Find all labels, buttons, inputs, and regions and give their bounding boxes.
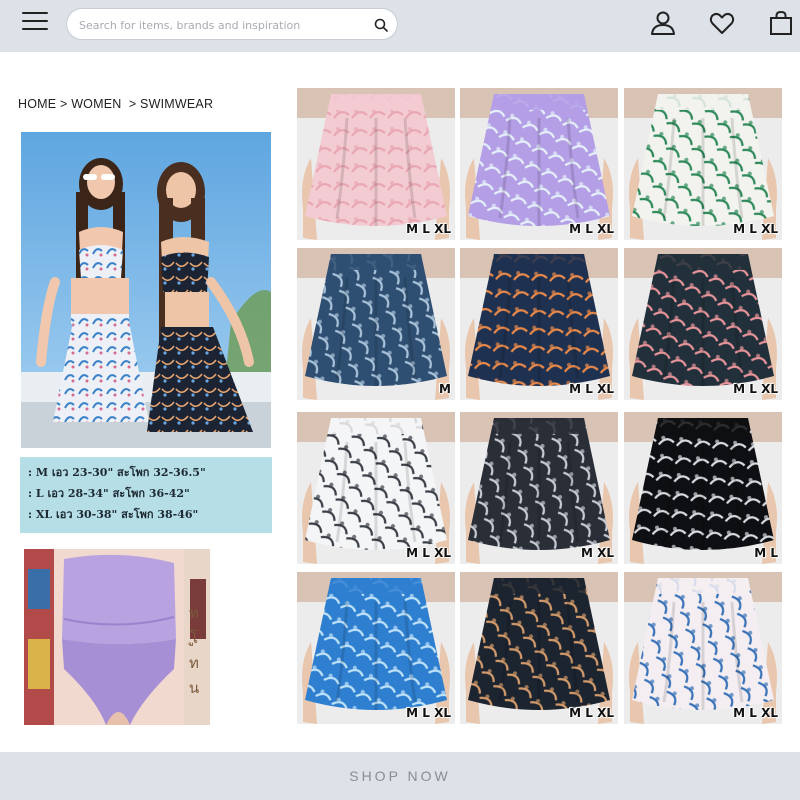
product-tile[interactable]: M L XL [297, 572, 455, 724]
breadcrumb: HOME > WOMEN > SWIMWEAR [18, 97, 213, 111]
product-photo [297, 248, 455, 400]
product-photo [297, 412, 455, 564]
top-bar [0, 0, 800, 48]
account-icon[interactable] [649, 9, 677, 37]
size-chart: : M เอว 23-30" สะโพก 32-36.5" : L เอว 28… [20, 457, 272, 533]
size-row-l: : L เอว 28-34" สะโพก 36-42" [28, 487, 190, 500]
menu-icon[interactable] [22, 12, 48, 34]
shop-now-button[interactable]: SHOP NOW [0, 768, 800, 784]
size-options-label: M L XL [733, 706, 778, 720]
size-row-xl: : XL เอว 30-38" สะโพก 38-46" [28, 508, 199, 521]
footer-bar: SHOP NOW [0, 752, 800, 800]
product-photo [460, 572, 618, 724]
size-options-label: M L XL [569, 706, 614, 720]
product-tile[interactable]: M L [624, 412, 782, 564]
size-options-label: M L XL [733, 222, 778, 236]
product-tile[interactable]: M L XL [624, 572, 782, 724]
hero-photo [21, 132, 271, 448]
product-photo [460, 248, 618, 400]
product-tile[interactable]: M [297, 248, 455, 400]
size-options-label: M [439, 382, 451, 396]
detail-caption: ทูโทน [185, 601, 203, 701]
product-photo [624, 572, 782, 724]
size-row-m: : M เอว 23-30" สะโพก 32-36.5" [28, 466, 206, 479]
product-photo [297, 88, 455, 240]
size-options-label: M L XL [406, 222, 451, 236]
bag-icon[interactable] [767, 9, 795, 37]
size-options-label: M L XL [406, 706, 451, 720]
product-photo [624, 88, 782, 240]
product-tile[interactable]: M L XL [297, 88, 455, 240]
size-options-label: M L XL [733, 382, 778, 396]
size-options-label: M L XL [569, 382, 614, 396]
product-photo [460, 88, 618, 240]
product-tile[interactable]: M L XL [460, 88, 618, 240]
breadcrumb-separator: > [60, 97, 68, 111]
breadcrumb-swimwear[interactable]: SWIMWEAR [140, 97, 213, 111]
breadcrumb-women[interactable]: WOMEN [71, 97, 121, 111]
search-icon[interactable] [373, 17, 389, 33]
size-options-label: M XL [580, 546, 614, 560]
search-bar[interactable] [66, 8, 398, 40]
product-page: HOME > WOMEN > SWIMWEAR: M เอว 23-30" ส… [0, 52, 800, 752]
breadcrumb-home[interactable]: HOME [18, 97, 56, 111]
size-options-label: M L [754, 546, 778, 560]
product-tile[interactable]: M L XL [624, 248, 782, 400]
size-options-label: M L XL [406, 546, 451, 560]
search-input[interactable] [79, 15, 369, 35]
product-photo [460, 412, 618, 564]
product-photo [624, 248, 782, 400]
product-tile[interactable]: M L XL [297, 412, 455, 564]
breadcrumb-separator: > [128, 97, 137, 111]
product-tile[interactable]: M L XL [460, 572, 618, 724]
heart-icon[interactable] [708, 9, 736, 37]
product-photo [297, 572, 455, 724]
product-tile[interactable]: M L XL [460, 248, 618, 400]
product-tile[interactable]: M L XL [624, 88, 782, 240]
product-tile[interactable]: M XL [460, 412, 618, 564]
product-photo [624, 412, 782, 564]
detail-photo: ทูโทน [24, 549, 210, 725]
size-options-label: M L XL [569, 222, 614, 236]
